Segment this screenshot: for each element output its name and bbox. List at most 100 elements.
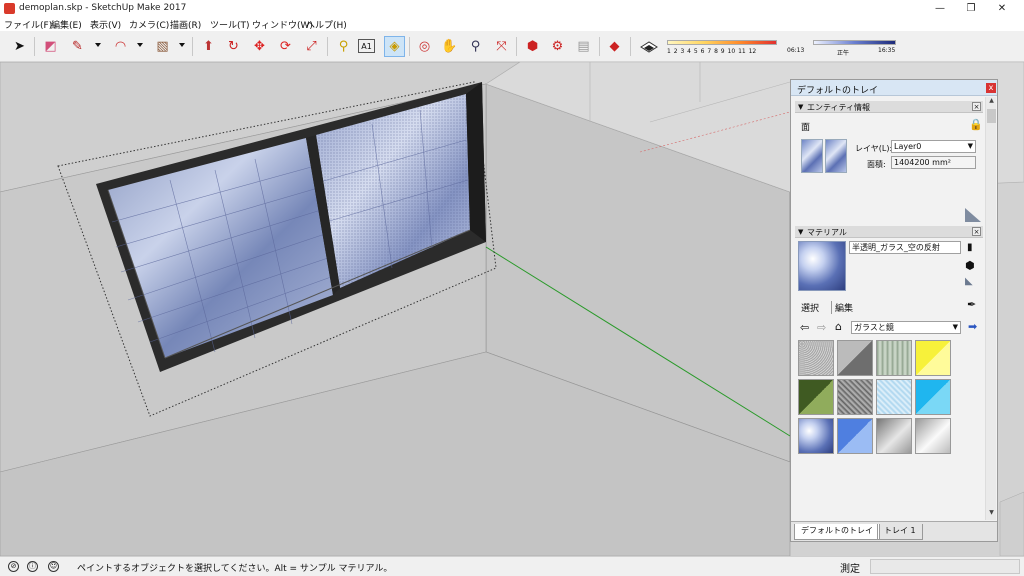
shadow-time-end: 16:35 [878,47,896,54]
measurements-input[interactable] [870,559,1020,574]
menu-window[interactable]: ウィンドウ(W) [252,18,313,31]
shadow-time-slider[interactable] [813,40,896,45]
toolbar-separator [516,37,517,56]
menu-edit[interactable]: 編集(E) [51,18,82,31]
home-icon[interactable]: ⌂ [835,320,842,333]
collapse-triangle-icon[interactable]: ▼ [798,103,803,111]
shadow-toggle-icon[interactable] [640,38,658,54]
material-swatch[interactable] [798,379,834,415]
maximize-button[interactable]: ❐ [956,0,986,17]
menu-camera[interactable]: カメラ(C) [129,18,169,31]
menu-tools[interactable]: ツール(T) [210,18,250,31]
paint-bucket-tool-icon[interactable]: ◈ [384,36,405,57]
tray-title-bar[interactable]: デフォルトのトレイ x [791,80,997,96]
material-library-select[interactable]: ガラスと鏡 ▼ [851,321,961,334]
material-swatch[interactable] [798,340,834,376]
entity-info-header[interactable]: ▼ エンティティ情報 × [795,101,983,113]
rectangle-tool-icon[interactable]: ▧ [152,36,173,57]
tab-select[interactable]: 選択 [801,301,819,314]
scroll-thumb[interactable] [987,109,996,123]
extension-warehouse-icon[interactable]: ⚙ [547,36,568,57]
collapse-triangle-icon[interactable]: ▼ [798,228,803,236]
entity-info-title: エンティティ情報 [807,103,871,112]
minimize-button[interactable]: — [925,0,955,17]
scroll-up-icon[interactable]: ▲ [987,97,996,107]
arc-dropdown-icon[interactable] [137,43,143,47]
shadow-month-slider[interactable] [667,40,777,45]
window-title: demoplan.skp - SketchUp Make 2017 [19,3,187,13]
pencil-dropdown-icon[interactable] [95,43,101,47]
tray-scrollbar[interactable]: ▲ ▼ [985,97,996,520]
main-toolbar: ➤ ◩ ✎ ◠ ▧ ⬆ ↻ ✥ ⟳ ⤢ ⚲ A1 ◈ ◎ ✋ ⚲ ⤧ ⬢ ⚙ ▤… [0,31,1024,62]
material-swatch[interactable] [876,418,912,454]
rectangle-dropdown-icon[interactable] [179,43,185,47]
back-material-thumb[interactable] [825,139,847,173]
menu-draw[interactable]: 描画(R) [170,18,201,31]
tape-measure-tool-icon[interactable]: ⚲ [333,36,354,57]
scroll-down-icon[interactable]: ▼ [987,509,996,519]
eraser-tool-icon[interactable]: ◩ [40,36,61,57]
tray-close-icon[interactable]: x [986,83,996,93]
current-material-swatch[interactable] [798,241,846,291]
follow-me-tool-icon[interactable]: ↻ [223,36,244,57]
toolbar-separator [599,37,600,56]
shadow-time-start: 06:13 [787,47,805,54]
material-swatch[interactable] [837,379,873,415]
create-material-icon[interactable]: ⬢ [965,259,975,272]
materials-header[interactable]: ▼ マテリアル × [795,226,983,238]
push-pull-tool-icon[interactable]: ⬆ [198,36,219,57]
scale-tool-icon[interactable]: ⤢ [301,36,322,57]
pencil-tool-icon[interactable]: ✎ [67,36,88,57]
front-material-thumb[interactable] [801,139,823,173]
lock-icon[interactable]: 🔒 [969,118,983,131]
3d-warehouse-icon[interactable]: ⬢ [522,36,543,57]
material-swatch[interactable] [876,340,912,376]
menu-view[interactable]: 表示(V) [90,18,121,31]
eyedropper-icon[interactable]: ✒ [967,298,976,311]
pan-tool-icon[interactable]: ✋ [439,36,460,57]
resize-corner-icon [965,208,981,222]
back-arrow-icon[interactable]: ⇦ [800,321,809,334]
material-swatch[interactable] [915,418,951,454]
material-swatch[interactable] [915,379,951,415]
menu-bar: ファイル(F) 編集(E) 表示(V) カメラ(C) 描画(R) ツール(T) … [0,17,1024,31]
area-field: 1404200 mm² [891,156,976,169]
toolbar-separator [34,37,35,56]
layout-icon[interactable]: ▤ [573,36,594,57]
user-account-icon[interactable]: ☺ [48,561,59,572]
forward-arrow-icon[interactable]: ⇨ [817,321,826,334]
menu-file[interactable]: ファイル(F) [4,18,52,31]
tray-title: デフォルトのトレイ [797,86,879,96]
credits-icon[interactable]: ⓘ [27,561,38,572]
details-arrow-icon[interactable]: ➡ [968,320,977,333]
zoom-tool-icon[interactable]: ⚲ [465,36,486,57]
arc-tool-icon[interactable]: ◠ [110,36,131,57]
entity-info-close-icon[interactable]: × [972,102,981,111]
orbit-tool-icon[interactable]: ◎ [414,36,435,57]
material-name-field[interactable]: 半透明_ガラス_空の反射 [849,241,961,254]
text-tool-icon[interactable]: A1 [358,39,375,53]
menu-help[interactable]: ヘルプ(H) [306,18,347,31]
layer-select[interactable]: Layer0 ▼ [891,140,976,153]
extension-manager-icon[interactable]: ◆ [604,36,625,57]
materials-close-icon[interactable]: × [972,227,981,236]
close-button[interactable]: ✕ [987,0,1017,17]
tab-edit[interactable]: 編集 [831,301,853,314]
tray-tab-1[interactable]: トレイ 1 [877,524,923,540]
display-secondary-icon[interactable]: ▮ [967,242,973,253]
zoom-extents-tool-icon[interactable]: ⤧ [491,36,512,57]
material-swatch[interactable] [798,418,834,454]
toolbar-separator [327,37,328,56]
area-label: 面積: [867,160,886,169]
move-tool-icon[interactable]: ✥ [249,36,270,57]
select-tool-icon[interactable]: ➤ [9,36,30,57]
material-swatch[interactable] [837,418,873,454]
material-swatch[interactable] [876,379,912,415]
material-swatch[interactable] [837,340,873,376]
tray-tab-default[interactable]: デフォルトのトレイ [794,524,880,540]
chevron-down-icon: ▼ [967,142,973,150]
geo-location-icon[interactable]: ⊘ [8,561,19,572]
material-swatch[interactable] [915,340,951,376]
rotate-tool-icon[interactable]: ⟳ [275,36,296,57]
default-material-icon[interactable]: ◣ [965,276,973,287]
